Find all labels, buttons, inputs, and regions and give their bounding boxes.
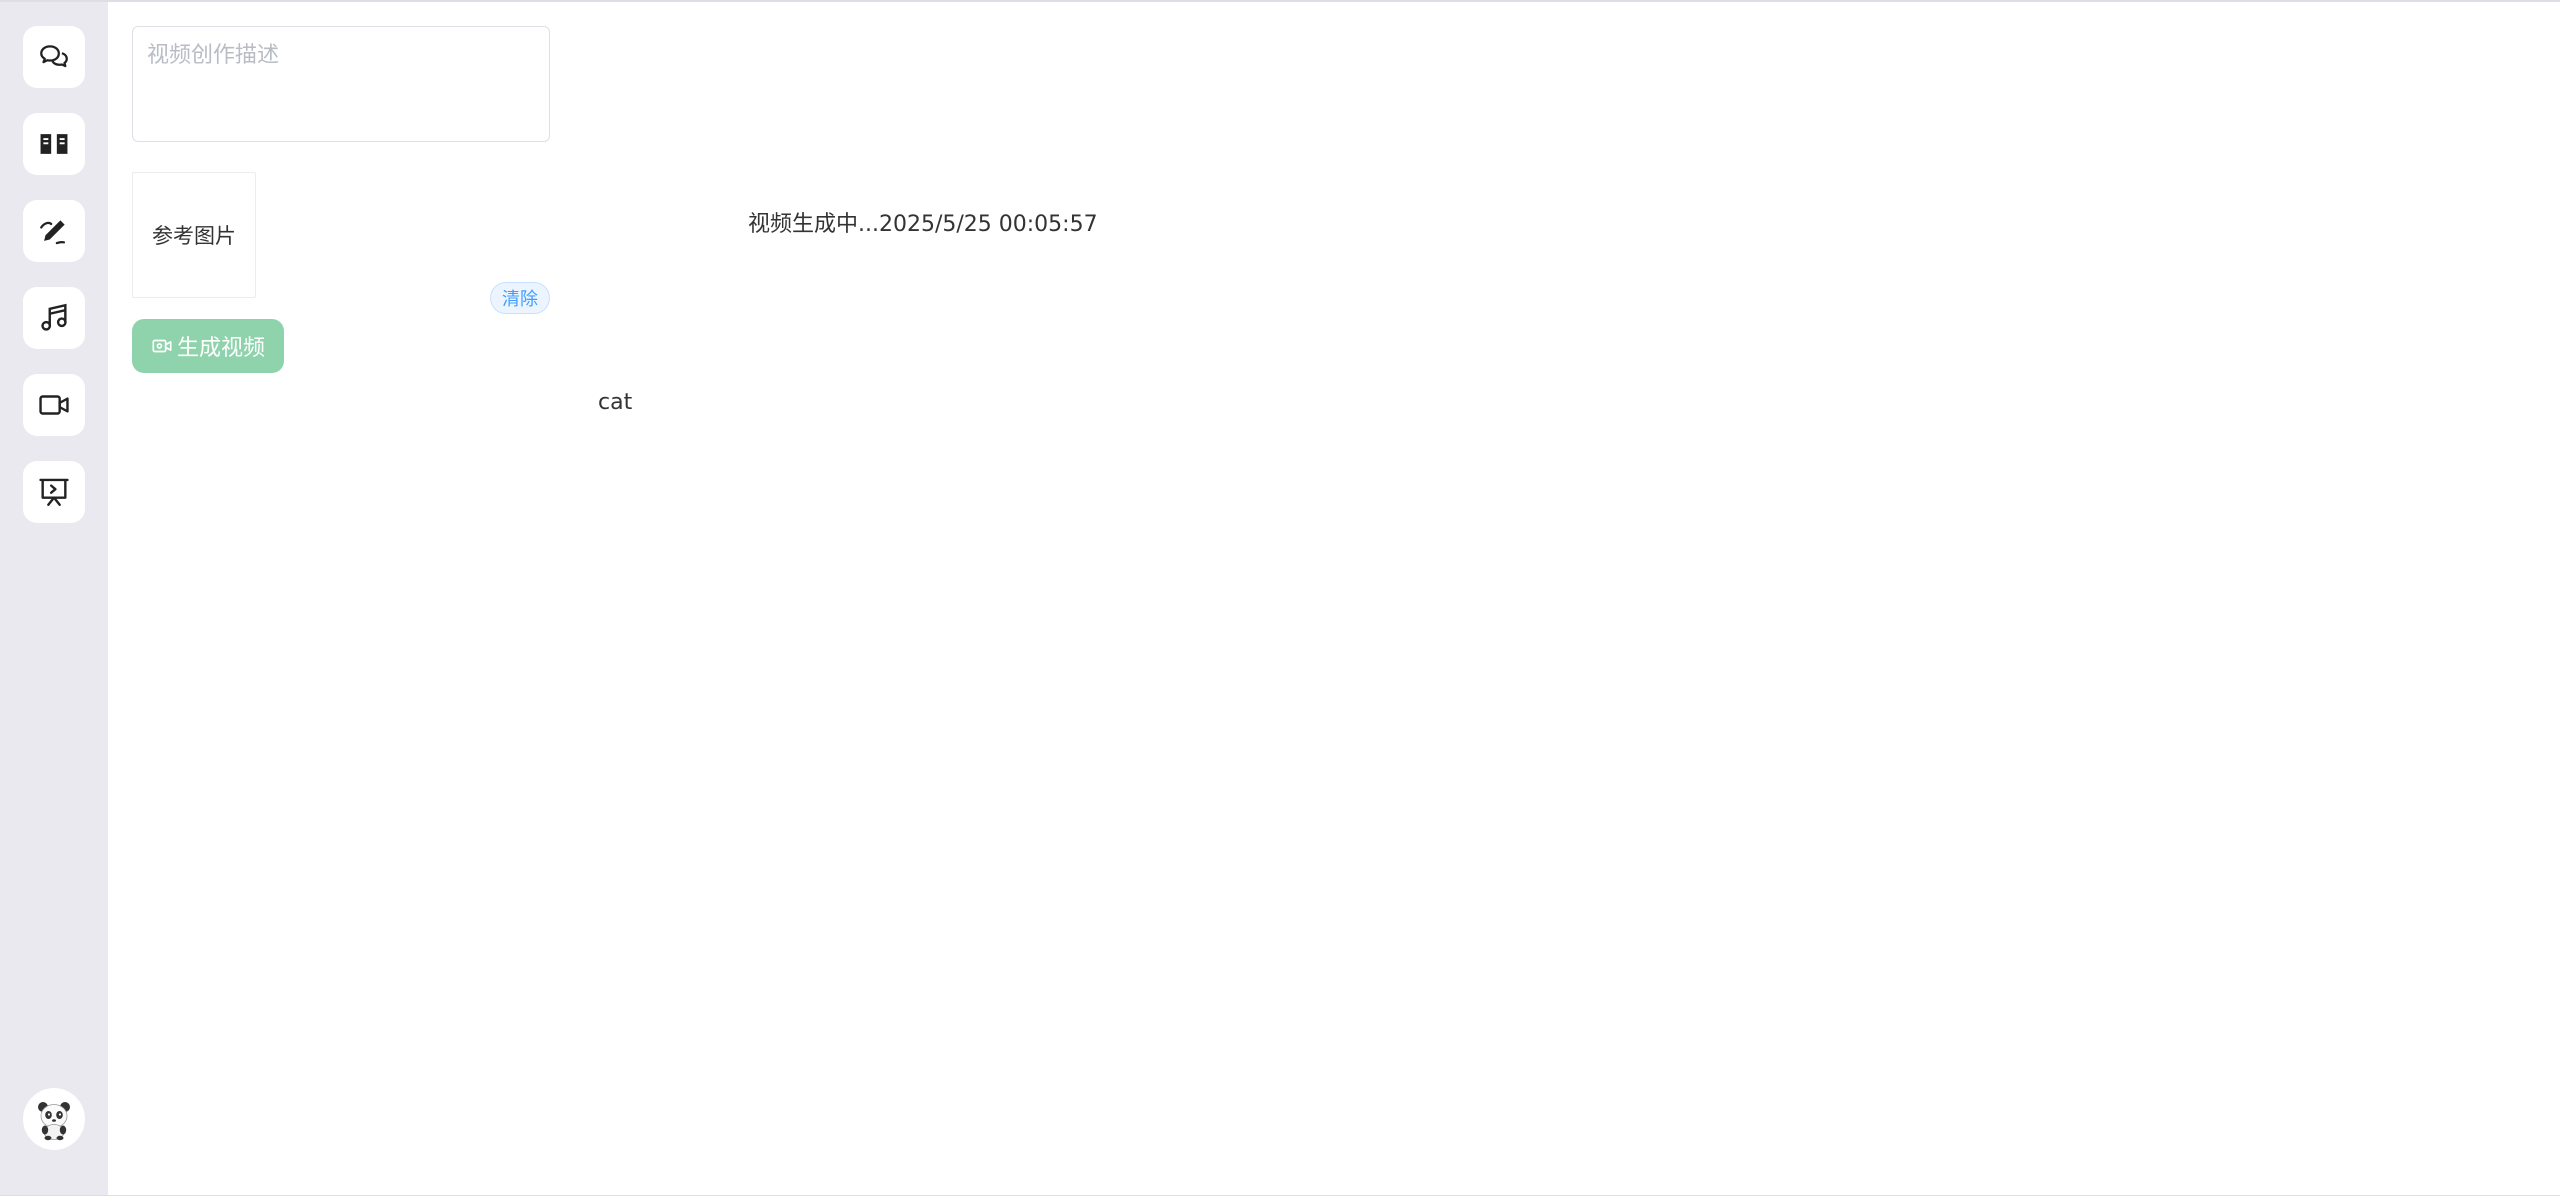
reference-image-upload[interactable]: 参考图片: [132, 172, 256, 298]
music-note-icon: [41, 303, 67, 331]
clear-button[interactable]: 清除: [490, 282, 550, 314]
app-root: 参考图片 清除 生成视频 视频生成中...2025/5/25 00:05:57 …: [0, 0, 2560, 1196]
sidebar-item-video[interactable]: [23, 374, 85, 436]
sidebar-item-write[interactable]: [23, 200, 85, 262]
sidebar-item-presentation[interactable]: [23, 461, 85, 523]
presentation-board-icon: [39, 478, 69, 506]
sidebar-item-book[interactable]: [23, 113, 85, 175]
open-book-icon: [40, 134, 68, 154]
sidebar-item-music[interactable]: [23, 287, 85, 349]
user-avatar[interactable]: [23, 1088, 85, 1150]
sidebar: [0, 2, 108, 1195]
panda-avatar-icon: [38, 1102, 70, 1141]
video-camera-icon: [39, 395, 69, 415]
pen-edit-icon: [40, 220, 66, 245]
main-panel: 参考图片 清除 生成视频 视频生成中...2025/5/25 00:05:57 …: [108, 2, 2560, 1195]
reference-image-label: 参考图片: [152, 224, 236, 248]
sidebar-item-chat[interactable]: [23, 26, 85, 88]
chat-bubbles-icon: [40, 45, 68, 68]
clear-button-label: 清除: [502, 289, 538, 310]
video-description-input[interactable]: [132, 26, 550, 142]
video-camera-icon: [152, 339, 172, 353]
generate-video-label: 生成视频: [176, 336, 265, 361]
generate-video-button[interactable]: 生成视频: [132, 319, 284, 373]
generation-status: 视频生成中...2025/5/25 00:05:57: [748, 212, 1098, 237]
prompt-text: cat: [598, 390, 633, 415]
